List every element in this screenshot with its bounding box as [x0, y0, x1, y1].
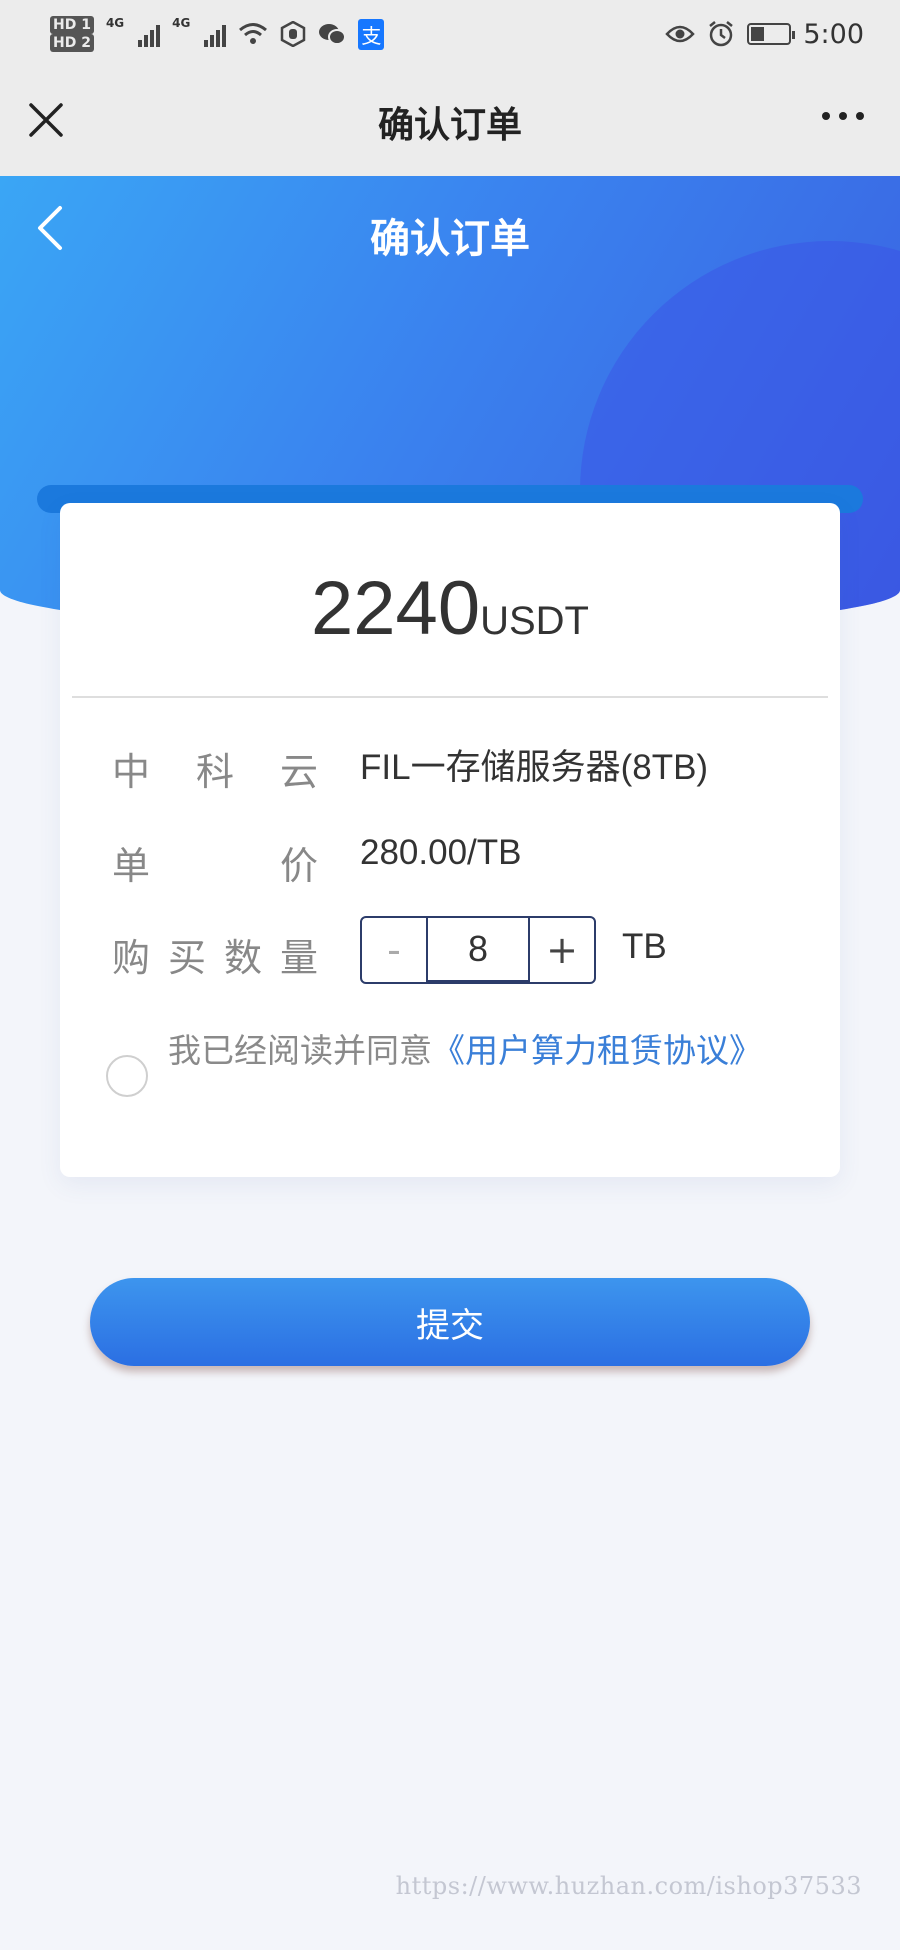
amount-value: 2240	[311, 566, 481, 651]
battery-icon	[747, 23, 796, 45]
agreement-radio[interactable]	[106, 1055, 148, 1097]
battery-level	[751, 27, 765, 41]
hd1-label: HD 1	[50, 16, 94, 34]
unit-price-value: 280.00/TB	[360, 833, 522, 872]
hd-indicator: HD 1 HD 2	[50, 16, 94, 52]
decrement-button[interactable]: -	[362, 918, 426, 982]
quantity-stepper: - 8 +	[360, 916, 596, 984]
increment-button[interactable]: +	[530, 918, 594, 982]
label-char: 购	[112, 936, 151, 980]
signal-icon	[138, 21, 161, 47]
agreement-link[interactable]: 《用户算力租赁协议》	[432, 1031, 762, 1070]
network-type-2: 4G	[172, 16, 191, 30]
app-bar: 确认订单	[0, 68, 900, 176]
label-char: 价	[279, 844, 318, 888]
agreement-text: 我已经阅读并同意《用户算力租赁协议》	[168, 1026, 788, 1076]
product-label: 中 科 云	[112, 741, 318, 796]
alarm-icon	[709, 21, 734, 47]
product-value: FIL一存储服务器(8TB)	[360, 748, 709, 787]
label-char: 数	[223, 936, 262, 980]
eye-icon	[665, 25, 696, 43]
quantity-unit: TB	[622, 927, 667, 966]
more-icon[interactable]	[822, 112, 864, 120]
wechat-icon	[319, 24, 347, 45]
app-bar-title: 确认订单	[377, 105, 522, 146]
status-bar-right: 5:00	[665, 19, 864, 50]
label-char: 量	[279, 936, 318, 980]
label-char: 单	[112, 844, 151, 888]
unit-price-label: 单 价	[112, 835, 318, 890]
alipay-icon: 支	[358, 18, 385, 50]
status-bar-left: HD 1 HD 2 4G 4G 支	[50, 16, 385, 52]
amount-currency: USDT	[480, 599, 589, 643]
order-card: 2240USDT 中 科 云 FIL一存储服务器(8TB) 单 价 280.00…	[60, 503, 840, 1177]
hand-icon	[281, 21, 306, 47]
label-char: 科	[195, 750, 234, 794]
signal-icon-2	[204, 21, 227, 47]
wifi-icon	[239, 23, 268, 44]
agreement-prefix: 我已经阅读并同意	[168, 1031, 432, 1070]
clock-time: 5:00	[803, 18, 864, 50]
watermark: https://www.huzhan.com/ishop37533	[395, 1872, 862, 1900]
close-icon[interactable]	[26, 100, 66, 140]
divider	[72, 696, 828, 698]
quantity-label: 购 买 数 量	[112, 927, 318, 982]
quantity-input[interactable]: 8	[426, 918, 530, 982]
label-char: 中	[112, 750, 151, 794]
status-bar: HD 1 HD 2 4G 4G 支 5:00	[0, 0, 900, 68]
network-type-1: 4G	[105, 16, 125, 30]
submit-button[interactable]: 提交	[90, 1278, 810, 1366]
order-amount: 2240USDT	[60, 565, 840, 652]
page-title: 确认订单	[370, 216, 530, 262]
hd2-label: HD 2	[50, 34, 94, 52]
label-char: 买	[167, 936, 206, 980]
label-char: 云	[279, 750, 318, 794]
